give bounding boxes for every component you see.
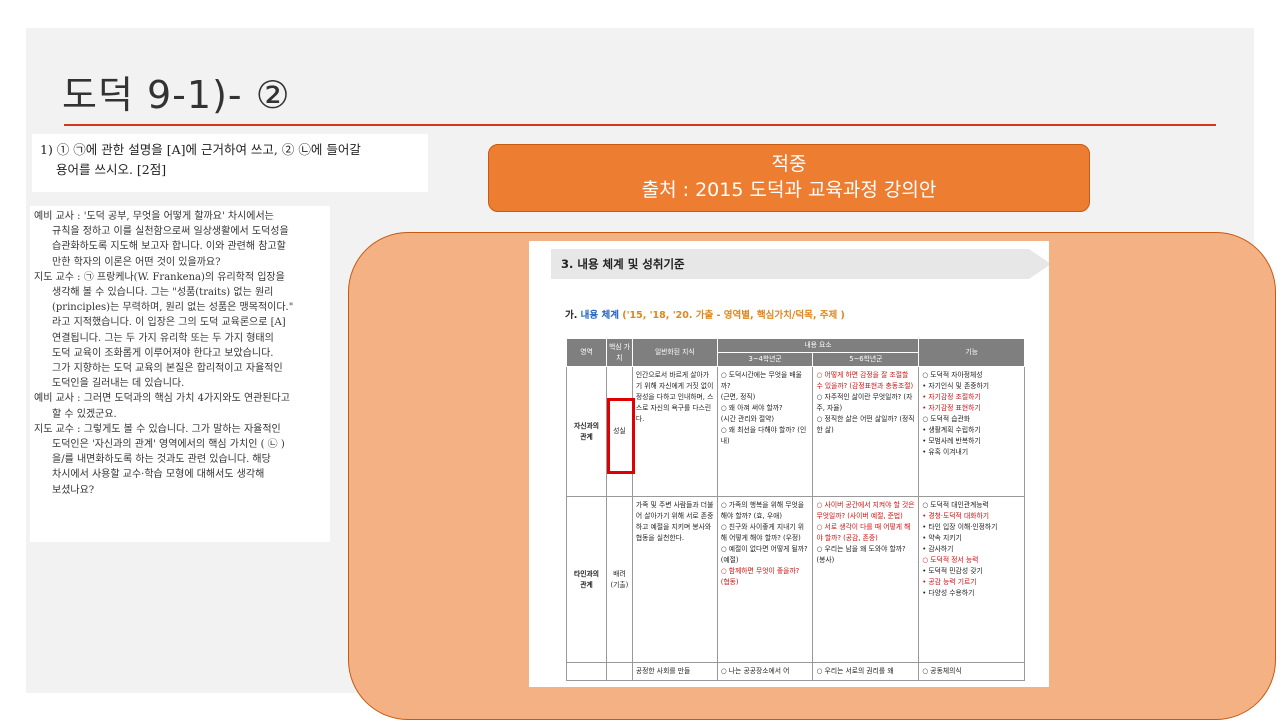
cell-line: • 공감 능력 기르기	[922, 578, 977, 586]
row-knowledge: 가족 및 주변 사람들과 더불어 살아가기 위해 서로 존중하고 예절을 지키며…	[631, 496, 718, 663]
callout-title: 적중	[771, 153, 807, 175]
row-grade-5-6: ○ 사이버 공간에서 지켜야 할 것은 무엇일까? (사이버 예절, 준법) ○ …	[812, 496, 920, 663]
header-content: 내용 요소	[716, 338, 920, 353]
cell-line: ○ 어떻게 하면 감정을 잘 조절할 수 있을까? (감정표현과 충동조절)	[816, 371, 914, 390]
dialog-line: 도덕인은 '자신과의 관계' 영역에서의 핵심 가치인 ( ㉡ )	[52, 439, 285, 451]
content-table: 영역 핵심 가치 일반화된 지식 내용 요소 기능 3~4학년군 5~6학년군 …	[566, 338, 1025, 681]
cell-line: • 감사하기	[922, 545, 954, 553]
cell-line: • 자기감정 조절하기	[922, 393, 981, 401]
cell-line: ○ 함께하면 무엇이 좋을까? (협동)	[720, 567, 800, 586]
row-function: ○ 공동체의식	[918, 662, 1025, 681]
dialog-line: 만한 학자의 이론은 어떤 것이 있을까요?	[52, 256, 221, 268]
cell-line: • 경청·도덕적 대화하기	[922, 512, 989, 520]
cell-line: ○ 서로 생각이 다를 때 어떻게 해야 할까? (공감, 존중)	[816, 523, 911, 542]
cell-line: ○ 도덕시간에는 무엇을 배울까?	[720, 371, 802, 390]
cell-line: ○ 도덕적 습관화	[922, 415, 970, 423]
dialog-line: 생각해 볼 수 있습니다. 그는 "성품(traits) 없는 원리	[52, 287, 274, 299]
row-grade-5-6: ○ 우리는 서로의 권리를 왜	[812, 662, 920, 681]
title-divider	[64, 124, 1216, 126]
cell-line: • 도덕적 민감성 갖기	[922, 567, 983, 575]
row-grade-3-4: ○ 나는 공공장소에서 어	[716, 662, 814, 681]
section-heading: 3. 내용 체계 및 성취기준	[551, 249, 1049, 279]
question-line-2: 용어를 쓰시오. [2점]	[56, 162, 167, 177]
highlight-box	[607, 398, 635, 474]
header-core-value: 핵심 가치	[605, 338, 633, 367]
cell-line: • 유혹 이겨내기	[922, 448, 969, 456]
header-general-knowledge: 일반화된 지식	[631, 338, 718, 367]
callout-source: 출처 : 2015 도덕과 교육과정 강의안	[641, 179, 937, 201]
cell-line: ○ 자주적인 삶이란 무엇일까? (자주, 자율)	[816, 393, 913, 412]
cell-line: ○ 도덕적 대인관계능력	[922, 501, 989, 509]
header-grade-5-6: 5~6학년군	[812, 352, 920, 367]
source-callout: 적중 출처 : 2015 도덕과 교육과정 강의안	[488, 144, 1090, 212]
cell-line: • 약속 지키기	[922, 534, 962, 542]
cell-line: • 자기인식 및 존중하기	[922, 382, 989, 390]
subheading-suffix: ('15, '18, '20. 가출 - 영역별, 핵심가치/덕목, 주제 )	[622, 310, 845, 321]
question-line-1: 1) ① ㉠에 관한 설명을 [A]에 근거하여 쓰고, ② ㉡에 들어갈	[40, 142, 361, 157]
row-grade-5-6: ○ 어떻게 하면 감정을 잘 조절할 수 있을까? (감정표현과 충동조절) ○ …	[812, 366, 920, 497]
dialog-line: 도덕인을 길러내는 데 있습니다.	[52, 378, 185, 390]
table-header-row: 영역 핵심 가치 일반화된 지식 내용 요소 기능	[566, 338, 1025, 367]
cell-line: ○ 정직한 삶은 어떤 삶일까? (정직한 삶)	[816, 415, 915, 434]
cell-line: • 타인 입장 이해·인정하기	[922, 523, 998, 531]
row-grade-3-4: ○ 가족의 행복을 위해 무엇을 해야 할까? (효, 우애) ○ 친구와 사이좋…	[716, 496, 814, 663]
dialog-line: 을/를 내면화하도록 하는 것과도 관련 있습니다. 해당	[52, 454, 271, 466]
dialog-line: 도덕 교육이 조화롭게 이루어져야 한다고 보았습니다.	[52, 347, 274, 359]
row-area: 자신과의 관계	[566, 366, 607, 497]
dialog-line: 예비 교사 : 그러면 도덕과의 핵심 가치 4가지와도 연관된다고	[34, 393, 290, 405]
dialog-line: 차시에서 사용할 교수·학습 모형에 대해서도 생각해	[52, 469, 265, 481]
dialog-line: 지도 교수 : ㉠ 프랑케나(W. Frankena)의 유리학적 입장을	[34, 271, 285, 283]
subheading: 가. 내용 체계 ('15, '18, '20. 가출 - 영역별, 핵심가치/…	[565, 307, 845, 321]
dialog-line: 규칙을 정하고 이를 실천함으로써 일상생활에서 도덕성을	[52, 226, 289, 238]
subheading-main: 내용 체계	[580, 310, 619, 321]
cell-line: ○ 도덕적 자아정체성	[922, 371, 983, 379]
dialog-line: 라고 지적했습니다. 이 입장은 그의 도덕 교육론으로 [A]	[52, 317, 286, 329]
cell-line: ○ 왜 아껴 써야 할까?	[720, 404, 783, 412]
table-row: 타인과의 관계 배려 (기출) 가족 및 주변 사람들과 더불어 살아가기 위해…	[566, 496, 1025, 663]
cell-line: • 다양성 수용하기	[922, 589, 975, 597]
cell-line: ○ 예절이 없다면 어떻게 될까? (예절)	[720, 545, 808, 564]
cell-line: ○ 왜 최선을 다해야 할까? (인내)	[720, 426, 807, 445]
curriculum-document: 3. 내용 체계 및 성취기준 가. 내용 체계 ('15, '18, '20.…	[529, 241, 1049, 687]
row-function: ○ 도덕적 자아정체성 • 자기인식 및 존중하기 • 자기감정 조절하기 • 자기감…	[918, 366, 1025, 497]
row-area: 타인과의 관계	[566, 496, 607, 663]
row-knowledge: 인간으로서 바르게 살아가기 위해 자신에게 거짓 없이 정성을 다하고 인내하…	[631, 366, 718, 497]
cell-line: • 모범사례 반복하기	[922, 437, 981, 445]
dialog-line: 보셨나요?	[52, 484, 95, 496]
header-grade-3-4: 3~4학년군	[716, 352, 814, 367]
row-core-value: 배려 (기출)	[605, 496, 633, 663]
question-box: 1) ① ㉠에 관한 설명을 [A]에 근거하여 쓰고, ② ㉡에 들어갈 용어…	[32, 134, 428, 192]
cell-line: • 생활계획 수립하기	[922, 426, 981, 434]
dialog-line: 예비 교사 : '도덕 공부, 무엇을 어떻게 할까요' 차시에서는	[34, 211, 274, 222]
dialog-line: 습관화하도록 지도해 보고자 합니다. 이와 관련해 참고할	[52, 241, 286, 253]
cell-line: • 자기감정 표현하기	[922, 404, 981, 412]
dialog-line: 그가 지향하는 도덕 교육의 본질은 합리적이고 자율적인	[52, 363, 283, 375]
dialog-line: 지도 교수 : 그렇게도 볼 수 있습니다. 그가 말하는 자율적인	[34, 423, 281, 435]
slide-title: 도덕 9-1)- ②	[62, 73, 291, 117]
dialog-line: 연결됩니다. 그는 두 가지 유리학 또는 두 가지 형태의	[52, 332, 274, 344]
cell-line: ○ 도덕적 정서 능력	[922, 556, 979, 564]
cell-line: ○ 친구와 사이좋게 지내기 위해 어떻게 해야 할까? (우정)	[720, 523, 805, 542]
dialog-passage: 예비 교사 : '도덕 공부, 무엇을 어떻게 할까요' 차시에서는 규칙을 정…	[30, 206, 330, 542]
header-area: 영역	[566, 338, 607, 367]
header-function: 기능	[918, 338, 1025, 367]
table-row-partial: 공정한 사회를 만들 ○ 나는 공공장소에서 어 ○ 우리는 서로의 권리를 왜…	[566, 662, 1025, 681]
table-row: 자신과의 관계 성실 인간으로서 바르게 살아가기 위해 자신에게 거짓 없이 …	[566, 366, 1025, 497]
row-function: ○ 도덕적 대인관계능력 • 경청·도덕적 대화하기 • 타인 입장 이해·인정하기…	[918, 496, 1025, 663]
cell-line: ○ 우리는 남을 왜 도와야 할까? (봉사)	[816, 545, 906, 564]
cell-line: (시간 관리와 절약)	[720, 415, 775, 423]
dialog-line: 할 수 있겠군요.	[52, 408, 117, 420]
subheading-prefix: 가.	[565, 310, 578, 321]
cell-line: ○ 사이버 공간에서 지켜야 할 것은 무엇일까? (사이버 예절, 준법)	[816, 501, 915, 520]
row-knowledge: 공정한 사회를 만들	[631, 662, 718, 681]
row-grade-3-4: ○ 도덕시간에는 무엇을 배울까? (근면, 정직) ○ 왜 아껴 써야 할까? (시…	[716, 366, 814, 497]
cell-line: ○ 가족의 행복을 위해 무엇을 해야 할까? (효, 우애)	[720, 501, 805, 520]
cell-line: (근면, 정직)	[720, 393, 756, 401]
dialog-line: (principles)는 무력하며, 원리 없는 성품은 맹목적이다."	[52, 302, 294, 314]
